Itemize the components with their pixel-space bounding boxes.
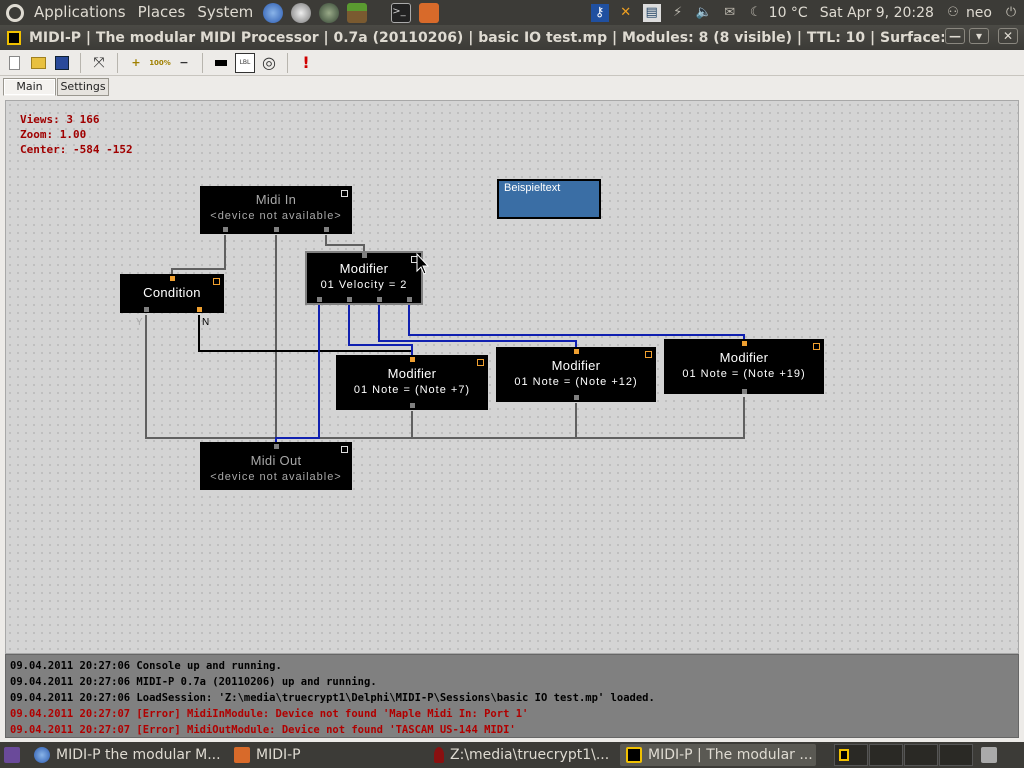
app-launcher-icon[interactable] bbox=[291, 2, 312, 23]
port-velocity-out3 bbox=[377, 297, 382, 302]
taskbar-item-label: MIDI-P | The modular ... bbox=[648, 747, 813, 763]
mouse-cursor bbox=[416, 252, 430, 275]
zoom-100-icon[interactable]: 100% bbox=[149, 53, 171, 73]
port-note7-in bbox=[410, 357, 415, 362]
workspace-3[interactable] bbox=[904, 744, 938, 766]
trash-icon[interactable] bbox=[977, 744, 1001, 766]
port-midiout-in bbox=[274, 444, 279, 449]
port-midiin-out2 bbox=[274, 227, 279, 232]
places-menu[interactable]: Places bbox=[132, 0, 192, 25]
console-log[interactable]: 09.04.2011 20:27:06 Console up and runni… bbox=[5, 654, 1019, 738]
console-line: 09.04.2011 20:27:06 LoadSession: 'Z:\med… bbox=[10, 692, 655, 704]
power-icon[interactable]: ⏻ bbox=[1002, 4, 1020, 22]
system-menu[interactable]: System bbox=[191, 0, 259, 25]
midi-connector-icon[interactable]: ◎ bbox=[259, 53, 279, 73]
close-button[interactable]: ✕ bbox=[998, 28, 1018, 44]
workspace-2[interactable] bbox=[869, 744, 903, 766]
browser-launcher-icon[interactable] bbox=[263, 2, 284, 23]
new-file-icon[interactable] bbox=[4, 53, 24, 73]
maximize-button[interactable]: ▾ bbox=[969, 28, 989, 44]
port-note19-out bbox=[742, 389, 747, 394]
taskbar-item-midip[interactable]: MIDI-P | The modular ... bbox=[620, 744, 816, 766]
textbox-icon[interactable]: LBL bbox=[235, 52, 255, 73]
console-line: 09.04.2011 20:27:07 [Error] MidiInModule… bbox=[10, 708, 529, 720]
toolbar: ⤧ + 100% − LBL ◎ ! bbox=[0, 50, 1024, 76]
clock[interactable]: Sat Apr 9, 20:28 bbox=[814, 5, 940, 21]
port-condition-y bbox=[144, 307, 149, 312]
close-tray-icon[interactable]: ✕ bbox=[617, 4, 635, 22]
port-velocity-in bbox=[362, 253, 367, 258]
fit-view-icon[interactable]: ⤧ bbox=[89, 53, 109, 73]
weather-tray-icon[interactable]: ☾ bbox=[747, 4, 765, 22]
midip-icon bbox=[626, 747, 642, 763]
port-midiin-out3 bbox=[324, 227, 329, 232]
console-line: 09.04.2011 20:27:07 [Error] MidiOutModul… bbox=[10, 724, 516, 736]
network-tray-icon[interactable]: ⚡ bbox=[669, 4, 687, 22]
open-folder-icon[interactable] bbox=[28, 53, 48, 73]
port-note12-out bbox=[574, 395, 579, 400]
volume-tray-icon[interactable]: 🔈 bbox=[695, 4, 713, 22]
zoom-in-icon[interactable]: + bbox=[126, 53, 146, 73]
port-note12-in bbox=[574, 349, 579, 354]
toolbar-separator bbox=[202, 52, 203, 73]
toolbar-separator bbox=[117, 52, 118, 73]
temperature-label[interactable]: 10 °C bbox=[769, 5, 814, 21]
applications-menu[interactable]: Applications bbox=[28, 0, 132, 25]
console-line: 09.04.2011 20:27:06 MIDI-P 0.7a (2011020… bbox=[10, 676, 377, 688]
usb-tray-icon[interactable]: ⚷ bbox=[590, 3, 609, 22]
taskbar-item-label: MIDI-P the modular M... bbox=[56, 747, 221, 763]
taskbar-item-wine[interactable]: Z:\media\truecrypt1\... bbox=[428, 744, 616, 766]
text-label-module[interactable]: Beispieltext bbox=[497, 179, 601, 219]
window-title: MIDI-P | The modular MIDI Processor | 0.… bbox=[29, 29, 944, 46]
workspace-1[interactable] bbox=[834, 744, 868, 766]
top-panel: Applications Places System >_ ⚷ ✕ ▤ ⚡ 🔈 … bbox=[0, 0, 1024, 25]
minimize-button[interactable]: — bbox=[945, 28, 965, 44]
port-velocity-out4 bbox=[407, 297, 412, 302]
zoom-out-icon[interactable]: − bbox=[174, 53, 194, 73]
minecraft-launcher-icon[interactable] bbox=[347, 2, 368, 23]
port-condition-n bbox=[197, 307, 202, 312]
taskbar-item-firefox[interactable]: MIDI-P the modular M... bbox=[28, 744, 224, 766]
window-title-bar[interactable]: MIDI-P | The modular MIDI Processor | 0.… bbox=[0, 25, 1024, 50]
taskbar-item-label: Z:\media\truecrypt1\... bbox=[450, 747, 610, 763]
save-icon[interactable] bbox=[52, 53, 72, 73]
port-note19-in bbox=[742, 341, 747, 346]
user-tray-icon[interactable]: ⚇ bbox=[944, 4, 962, 22]
globe-launcher-icon[interactable] bbox=[319, 2, 340, 23]
app-icon[interactable] bbox=[7, 30, 21, 45]
port-midiin-out1 bbox=[223, 227, 228, 232]
folder-launcher-icon[interactable] bbox=[419, 2, 440, 23]
port-note7-out bbox=[410, 403, 415, 408]
wine-icon bbox=[434, 747, 444, 763]
taskbar-item-folder[interactable]: MIDI-P bbox=[228, 744, 424, 766]
mail-tray-icon[interactable]: ✉ bbox=[721, 4, 739, 22]
main-panel: Views: 3 166 Zoom: 1.00 Center: -584 -15… bbox=[0, 98, 1024, 742]
document-tray-icon[interactable]: ▤ bbox=[642, 3, 661, 22]
user-name[interactable]: neo bbox=[966, 5, 998, 21]
module-canvas[interactable]: Views: 3 166 Zoom: 1.00 Center: -584 -15… bbox=[5, 100, 1019, 654]
terminal-launcher-icon[interactable]: >_ bbox=[391, 2, 412, 23]
module-icon[interactable] bbox=[211, 53, 231, 73]
tab-main[interactable]: Main bbox=[3, 78, 56, 96]
port-velocity-out1 bbox=[317, 297, 322, 302]
port-velocity-out2 bbox=[347, 297, 352, 302]
firefox-icon bbox=[34, 747, 50, 763]
show-desktop-button[interactable] bbox=[0, 744, 24, 766]
workspace-4[interactable] bbox=[939, 744, 973, 766]
toolbar-separator bbox=[287, 52, 288, 73]
console-line: 09.04.2011 20:27:06 Console up and runni… bbox=[10, 660, 282, 672]
alert-icon[interactable]: ! bbox=[296, 53, 316, 73]
ubuntu-logo-icon[interactable] bbox=[6, 3, 24, 22]
taskbar-item-label: MIDI-P bbox=[256, 747, 301, 763]
port-condition-in bbox=[170, 276, 175, 281]
tab-bar: Main Settings bbox=[0, 76, 1024, 98]
toolbar-separator bbox=[80, 52, 81, 73]
folder-icon bbox=[234, 747, 250, 763]
bottom-taskbar: MIDI-P the modular M... MIDI-P Z:\media\… bbox=[0, 742, 1024, 768]
tab-settings[interactable]: Settings bbox=[57, 78, 109, 96]
